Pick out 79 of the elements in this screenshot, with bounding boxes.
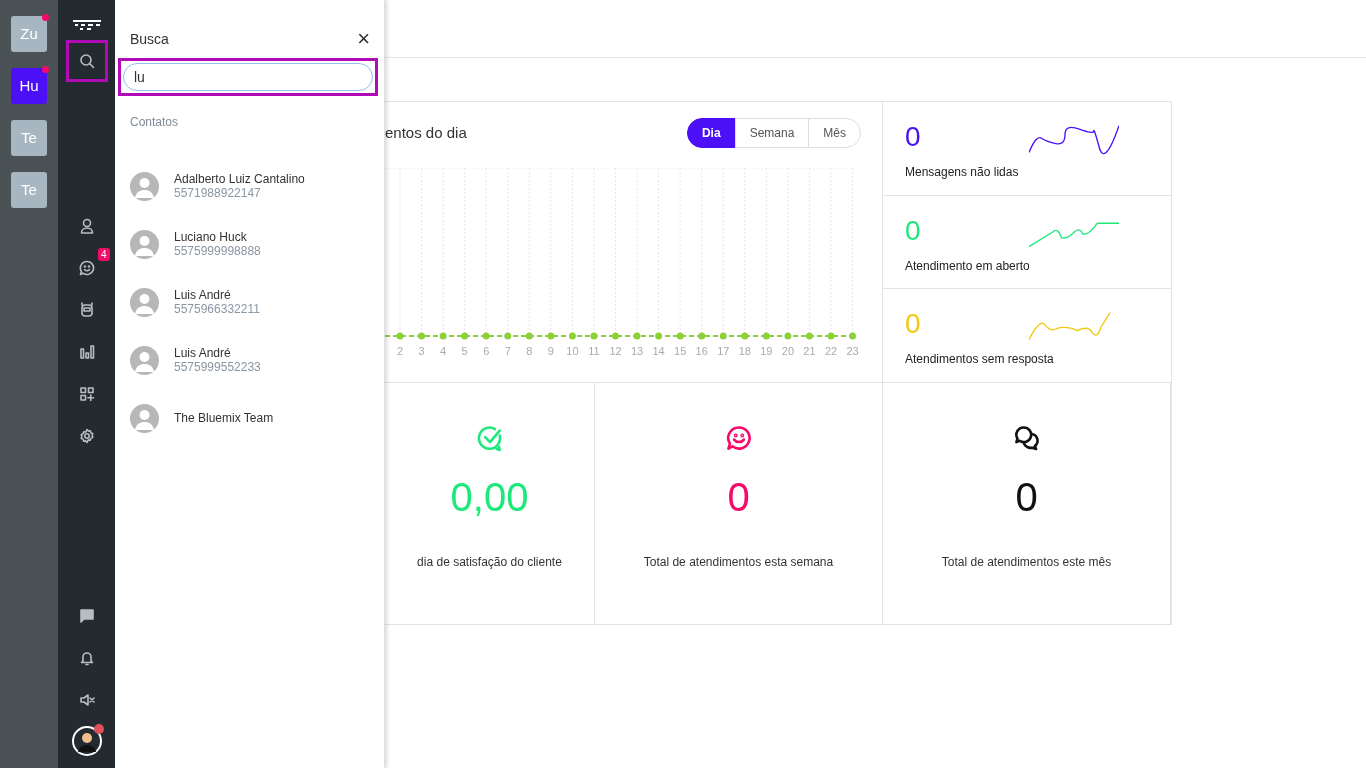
axis-label: 22 (824, 344, 838, 359)
bar-chart-icon (78, 344, 95, 360)
speaker-muted-icon (78, 692, 95, 708)
message-icon (78, 608, 95, 624)
settings-icon (78, 428, 95, 444)
total-value: 0 (726, 474, 751, 521)
chat-bubbles-icon (1013, 425, 1040, 451)
chat-face-icon (78, 260, 95, 276)
avatar-placeholder (130, 287, 159, 317)
profile-avatar[interactable] (71, 726, 102, 756)
axis-label: 15 (674, 344, 687, 359)
avatar-placeholder (130, 345, 159, 375)
search-field[interactable]: lu (123, 63, 373, 91)
axis-label: 7 (504, 344, 511, 359)
logo-icon (71, 18, 102, 32)
period-tab[interactable]: Semana (734, 118, 810, 148)
notification-badge: 4 (97, 248, 110, 261)
contact-item[interactable]: Luis André 5575966332211 (115, 273, 384, 331)
axis-label: 12 (609, 344, 622, 359)
total-label: dia de satisfação do cliente (416, 554, 563, 571)
axis-label: 23 (846, 344, 859, 359)
axis-label: 2 (396, 344, 404, 359)
contact-phone: 5575999998888 (174, 244, 261, 258)
avatar-placeholder (130, 229, 159, 259)
axis-label: 9 (547, 344, 554, 359)
axis-label: 18 (738, 344, 751, 359)
contact-phone: 5571988922147 (174, 186, 262, 200)
axis-label: 19 (760, 344, 773, 359)
stat-value: 0 (905, 122, 921, 152)
person-icon (78, 218, 95, 234)
avatar-placeholder (130, 403, 159, 433)
axis-label: 13 (630, 344, 644, 359)
contact-name: Luis André (174, 288, 232, 302)
contact-name: Luis André (174, 346, 232, 360)
axis-label: 21 (803, 344, 816, 359)
search-icon (78, 53, 95, 69)
check-bubble-icon (476, 425, 503, 451)
stat-label: Atendimentos sem resposta (905, 351, 1055, 368)
close-button[interactable]: × (357, 29, 370, 49)
bell-icon (78, 650, 95, 666)
axis-label: 16 (695, 344, 708, 359)
total-value: 0,00 (449, 474, 530, 521)
contact-item[interactable]: The Bluemix Team (115, 389, 384, 447)
apps-add-icon (78, 386, 95, 402)
axis-label: 5 (461, 344, 468, 359)
axis-label: 11 (588, 344, 600, 359)
axis-label: 6 (483, 344, 490, 359)
search-button[interactable] (65, 40, 108, 82)
contact-name: Adalberto Luiz Cantalino (174, 172, 305, 186)
chart-title: entos do dia (385, 122, 467, 143)
axis-label: 3 (418, 344, 425, 359)
contact-item[interactable]: Luis André 5575999552233 (115, 331, 384, 389)
total-value: 0 (1014, 474, 1039, 521)
workspace-tile[interactable]: Hu (11, 68, 47, 104)
stat-label: Atendimento em aberto (905, 258, 1031, 275)
stat-value: 0 (905, 216, 921, 246)
axis-label: 10 (566, 344, 579, 359)
robot-icon (78, 302, 95, 318)
smiley-bubble-icon (725, 425, 752, 451)
contact-name: Luciano Huck (174, 230, 248, 244)
contact-name: The Bluemix Team (174, 411, 274, 425)
axis-label: 14 (652, 344, 665, 359)
contact-phone: 5575966332211 (174, 302, 260, 316)
contact-item[interactable]: Adalberto Luiz Cantalino 5571988922147 (115, 157, 384, 215)
stat-value: 0 (905, 309, 921, 339)
total-label: Total de atendimentos este mês (940, 554, 1113, 571)
period-tab[interactable]: Mês (808, 118, 861, 148)
contact-phone: 5575999552233 (174, 360, 261, 374)
axis-label: 8 (526, 344, 533, 359)
axis-label: 20 (781, 344, 794, 359)
period-tab[interactable]: Dia (686, 118, 736, 148)
axis-label: 17 (717, 344, 730, 359)
axis-label: 4 (440, 344, 447, 359)
section-heading: Contatos (129, 114, 180, 131)
stat-label: Mensagens não lidas (905, 164, 1020, 181)
contact-item[interactable]: Luciano Huck 5575999998888 (115, 215, 384, 273)
avatar-placeholder (130, 171, 159, 201)
panel-title: Busca (130, 29, 169, 49)
total-label: Total de atendimentos esta semana (642, 554, 835, 571)
